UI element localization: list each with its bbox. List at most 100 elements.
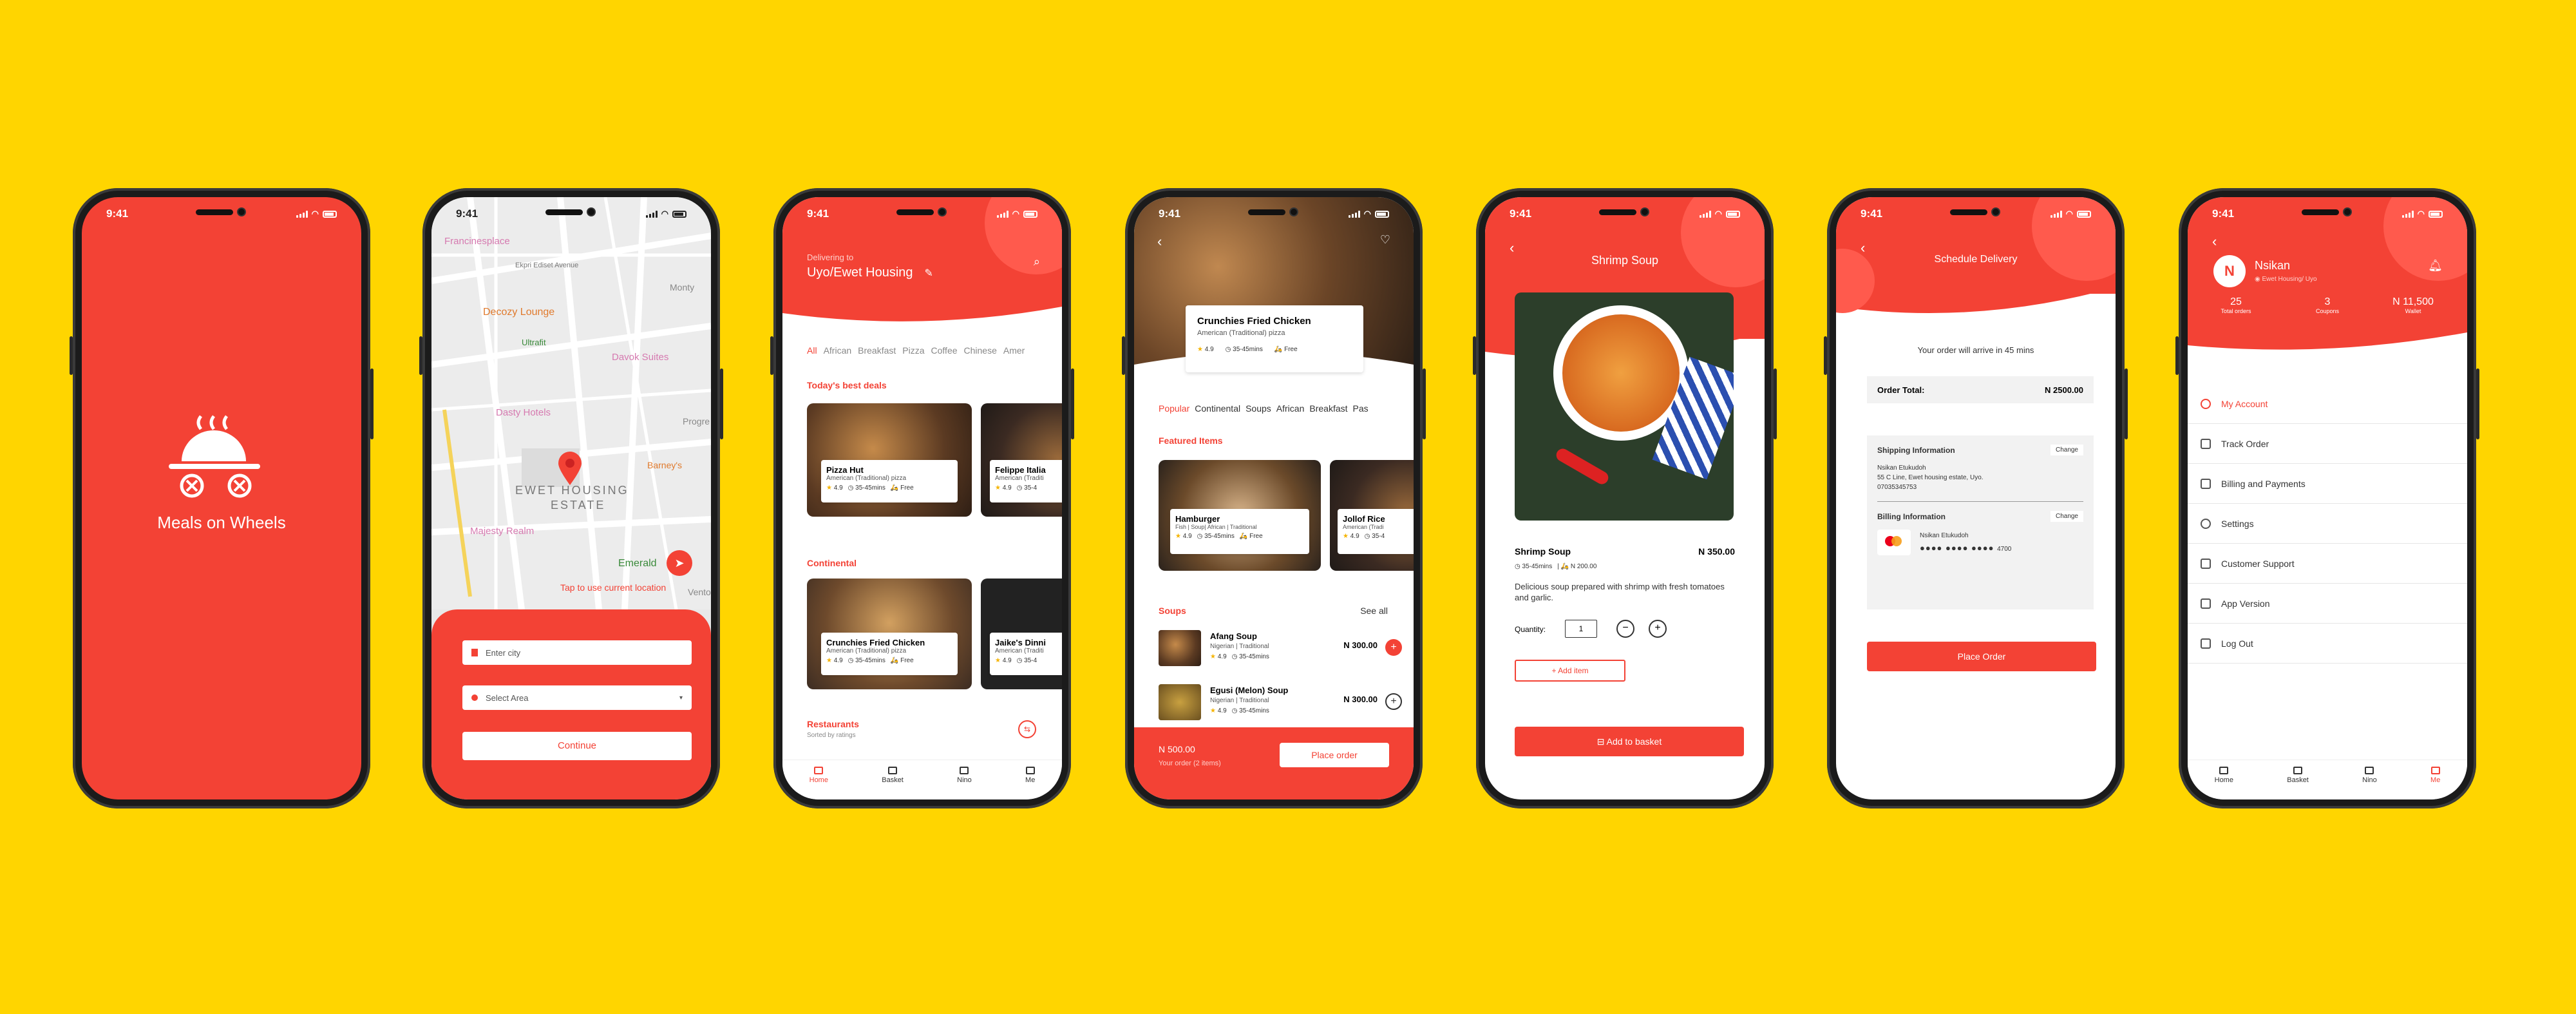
menu-settings[interactable]: Settings	[2188, 504, 2467, 544]
stat-coupons: 3 Coupons	[2315, 296, 2340, 314]
menu-app-version[interactable]: App Version	[2188, 584, 2467, 624]
edit-icon[interactable]: ✎	[925, 267, 933, 280]
arrival-text: Your order will arrive in 45 mins	[1917, 345, 2034, 355]
filter-icon[interactable]: ⇆	[1018, 720, 1036, 738]
add-icon[interactable]: +	[1385, 639, 1402, 656]
change-shipping-button[interactable]: Change	[2050, 445, 2083, 455]
splash-screen: 9:41 ◠ Meals on Wheels	[82, 197, 361, 799]
place-order-button[interactable]: Place Order	[1867, 642, 2096, 671]
phone-item: 9:41 ◠ ‹ Shrimp Soup Shrimp Soup N 350.00…	[1473, 188, 1777, 808]
menu-logout[interactable]: Log Out	[2188, 624, 2467, 664]
menu-category-tabs: Popular Continental Soups African Breakfast P…	[1159, 403, 1368, 414]
minus-icon[interactable]: −	[1616, 620, 1634, 638]
item-screen: 9:41 ◠ ‹ Shrimp Soup Shrimp Soup N 350.00…	[1485, 197, 1765, 799]
map-label: Francinesplace	[444, 236, 510, 247]
tab-american[interactable]: Amer	[1003, 345, 1025, 356]
tab-home[interactable]: Home	[2215, 767, 2233, 799]
phone-location: 9:41 ◠ Francinesplace Ekpri Ediset Avenue…	[419, 188, 723, 808]
tab-all[interactable]: All	[807, 345, 817, 356]
tab-chinese[interactable]: Chinese	[964, 345, 997, 356]
heart-icon[interactable]: ♡	[1380, 233, 1390, 247]
continue-button[interactable]: Continue	[462, 732, 692, 760]
change-billing-button[interactable]: Change	[2050, 511, 2083, 522]
tab-nino[interactable]: Nino	[957, 767, 972, 799]
tab-bar: Home Basket Nino Me	[2188, 760, 2467, 799]
tab-breakfast[interactable]: Breakfast	[858, 345, 896, 356]
add-to-basket-button[interactable]: ⊟ Add to basket	[1515, 727, 1744, 756]
page-title: Schedule Delivery	[1934, 254, 2018, 265]
restaurant-info: Felippe Italia American (Traditi ★ 4.9 ◷ …	[990, 460, 1062, 502]
tab-coffee[interactable]: Coffee	[931, 345, 958, 356]
track-icon	[2201, 438, 2211, 449]
tab-me[interactable]: Me	[1025, 767, 1035, 799]
tab-basket[interactable]: Basket	[882, 767, 904, 799]
search-icon[interactable]: ⌕	[1034, 255, 1040, 269]
tab-popular[interactable]: Popular	[1159, 403, 1189, 414]
home-icon	[2219, 767, 2229, 774]
avatar[interactable]: N	[2213, 255, 2246, 287]
quantity-label: Quantity:	[1515, 625, 1546, 634]
checkout-screen: 9:41 ◠ ‹ Schedule Delivery Your order wil…	[1836, 197, 2116, 799]
cart-total: N 500.00	[1159, 744, 1195, 754]
notch	[533, 206, 610, 218]
tab-me[interactable]: Me	[2430, 767, 2440, 799]
section-title: Featured Items	[1159, 435, 1223, 446]
tab-soups[interactable]: Soups	[1245, 403, 1271, 414]
back-icon[interactable]: ‹	[1157, 233, 1162, 250]
phone-icon	[2201, 598, 2211, 609]
tab-breakfast[interactable]: Breakfast	[1309, 403, 1347, 414]
soup-item[interactable]: Egusi (Melon) Soup Nigerian | Traditiona…	[1159, 680, 1402, 725]
restaurant-name: Crunchies Fried Chicken	[1197, 316, 1311, 327]
back-icon[interactable]: ‹	[2212, 233, 2217, 250]
place-order-button[interactable]: Place order	[1280, 743, 1389, 767]
quantity-input[interactable]: 1	[1565, 620, 1597, 638]
shipping-box: Shipping Information Change Nsikan Etukud…	[1867, 435, 2094, 609]
bell-icon[interactable]: 🔔︎	[2428, 259, 2443, 273]
tab-nino[interactable]: Nino	[2362, 767, 2377, 799]
header-wave	[782, 294, 1062, 321]
city-input[interactable]: Enter city	[462, 640, 692, 665]
tab-pizza[interactable]: Pizza	[902, 345, 924, 356]
notch	[1937, 206, 2014, 218]
tab-african[interactable]: African	[824, 345, 852, 356]
phone-checkout: 9:41 ◠ ‹ Schedule Delivery Your order wil…	[1824, 188, 2128, 808]
home-screen: 9:41 ◠ Delivering to Uyo/Ewet Housing ✎ ⌕ …	[782, 197, 1062, 799]
notch	[1586, 206, 1663, 218]
current-location-hint: Tap to use current location	[560, 582, 667, 593]
soup-thumbnail	[1159, 630, 1201, 666]
address-title[interactable]: Uyo/Ewet Housing ✎	[807, 265, 933, 280]
flag-icon	[471, 649, 478, 656]
see-all-link[interactable]: See all	[1360, 606, 1388, 616]
notch	[1235, 206, 1312, 218]
meals-logo-icon	[169, 415, 260, 498]
menu-support[interactable]: Customer Support	[2188, 544, 2467, 584]
section-subtitle: Sorted by ratings	[807, 732, 856, 739]
item-price: N 350.00	[1698, 546, 1735, 557]
tab-basket[interactable]: Basket	[2287, 767, 2309, 799]
tab-pasta[interactable]: Pas	[1353, 403, 1368, 414]
item-description: Delicious soup prepared with shrimp with…	[1515, 582, 1725, 602]
header-wave	[2188, 320, 2467, 350]
user-location: ◉ Ewet Housing/ Uyo	[2255, 276, 2317, 283]
add-item-button[interactable]: + Add item	[1515, 660, 1625, 682]
menu-my-account[interactable]: My Account	[2188, 384, 2467, 424]
billing-icon	[2201, 478, 2211, 489]
stat-wallet: N 11,500 Wallet	[2392, 296, 2434, 314]
category-tabs: All African Breakfast Pizza Coffee Chinese Ame…	[807, 345, 1025, 356]
area-select[interactable]: Select Area ▾	[462, 685, 692, 710]
map[interactable]	[431, 197, 711, 609]
tab-continental[interactable]: Continental	[1195, 403, 1240, 414]
soup-item[interactable]: Afang Soup Nigerian | Traditional ★ 4.9 ◷…	[1159, 626, 1402, 671]
map-label: Dasty Hotels	[496, 407, 551, 418]
tab-african[interactable]: African	[1276, 403, 1305, 414]
map-label: Barney's	[647, 460, 683, 470]
menu-track-order[interactable]: Track Order	[2188, 424, 2467, 464]
plus-icon[interactable]: +	[1649, 620, 1667, 638]
billing-title: Billing Information	[1877, 512, 1946, 521]
basket-icon	[2293, 767, 2303, 774]
add-icon[interactable]: +	[1385, 693, 1402, 710]
current-location-button[interactable]: ➤	[667, 550, 692, 576]
tab-home[interactable]: Home	[810, 767, 828, 799]
menu-billing[interactable]: Billing and Payments	[2188, 464, 2467, 504]
basket-icon: ⊟	[1596, 736, 1605, 747]
